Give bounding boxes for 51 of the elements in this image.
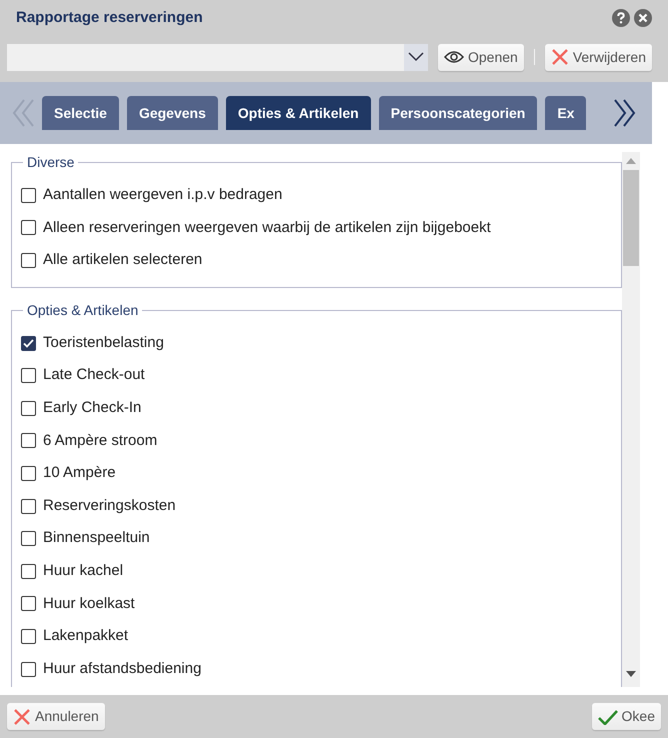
tab[interactable]: Selectie [42,96,119,130]
chevrons-right-icon[interactable] [612,98,636,128]
ok-button[interactable]: Okee [592,703,661,730]
checkbox[interactable] [21,252,36,268]
cancel-button[interactable]: Annuleren [7,703,105,730]
checkbox-label: 6 Ampère stroom [43,430,158,451]
group-title: Opties & Artikelen [26,300,140,320]
checkbox[interactable] [21,531,36,546]
checkbox-label: Alleen reserveringen weergeven waarbij de artikelen zijn bijgeboekt [43,218,491,238]
checkbox[interactable] [21,368,36,384]
checkbox[interactable] [21,400,36,416]
scrollbar-thumb[interactable] [623,170,639,266]
checkbox-label: Alle artikelen selecteren [43,250,202,270]
checkbox-label: Lakenpakket [43,626,128,646]
checkbox[interactable] [21,596,36,612]
checkbox-label: Huur koelkast [43,594,135,614]
window-title: Rapportage reserveringen [16,8,204,28]
checkbox-label: Binnenspeeltuin [43,528,150,548]
open-button[interactable]: Openen [438,44,524,70]
checkmark-icon [598,708,618,724]
tab[interactable]: Opties & Artikelen [226,96,371,130]
tab[interactable]: Gegevens [126,96,218,130]
delete-button[interactable]: Verwijderen [544,44,652,70]
checkbox[interactable] [21,466,36,481]
checkbox[interactable] [21,433,36,448]
checkbox-label: Aantallen weergeven i.p.v bedragen [43,185,282,206]
checkbox[interactable] [21,564,36,579]
checkbox[interactable] [21,662,36,677]
close-icon [550,48,569,66]
close-icon[interactable] [634,9,652,27]
scrollbar[interactable] [622,152,640,687]
checkbox-label: Late Check-out [43,365,145,386]
checkbox-label: 10 Ampère [43,463,116,484]
close-icon [13,708,31,726]
checkbox[interactable] [21,220,36,236]
group-title: Diverse [26,153,76,172]
checkbox[interactable] [21,336,36,351]
scroll-down-icon[interactable] [626,671,636,677]
help-icon[interactable] [612,9,630,27]
checkbox[interactable] [21,188,36,203]
checkbox[interactable] [21,628,36,644]
checkbox[interactable] [21,498,36,514]
tab[interactable]: Ex [545,96,586,130]
tab[interactable]: Persoonscategorien [378,96,538,130]
checkbox-label: Reserveringskosten [43,496,176,516]
chevron-down-icon [404,44,428,70]
eye-icon [444,50,464,64]
checkbox-label: Early Check-In [43,398,142,418]
checkbox-label: Toeristenbelasting [43,332,164,353]
checkbox-label: Huur kachel [43,560,124,581]
checkbox-label: Huur afstandsbediening [43,658,202,679]
